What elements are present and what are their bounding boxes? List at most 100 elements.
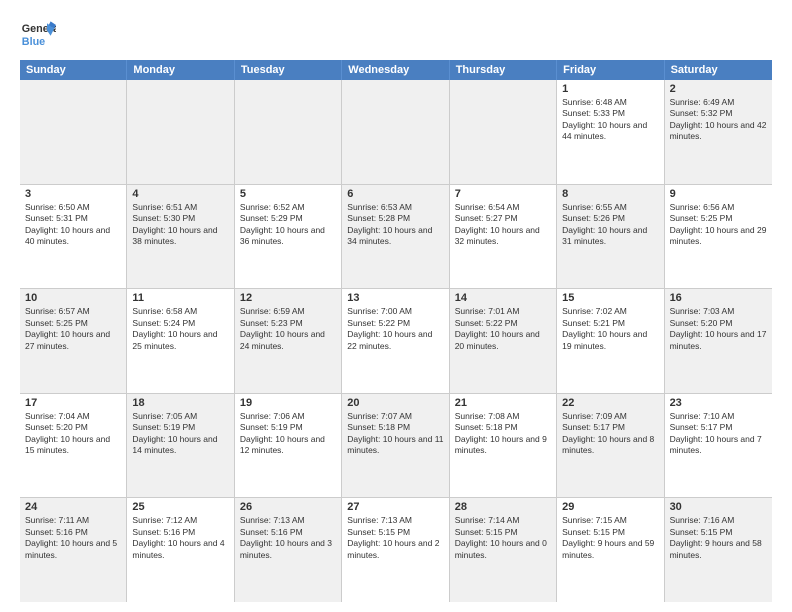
calendar-row-2: 3Sunrise: 6:50 AM Sunset: 5:31 PM Daylig… bbox=[20, 185, 772, 290]
svg-text:Blue: Blue bbox=[22, 36, 45, 48]
day-cell-7: 7 Sunrise: 6:54 AM Sunset: 5:27 PM Daylig… bbox=[450, 185, 557, 289]
day-number: 10 bbox=[25, 292, 121, 304]
header-cell-saturday: Saturday bbox=[665, 60, 772, 80]
day-number: 27 bbox=[347, 501, 443, 513]
day-number: 9 bbox=[670, 188, 767, 200]
day-number: 29 bbox=[562, 501, 658, 513]
day-number: 13 bbox=[347, 292, 443, 304]
calendar-row-3: 10 Sunrise: 6:57 AM Sunset: 5:25 PM Dayli… bbox=[20, 289, 772, 394]
header-cell-tuesday: Tuesday bbox=[235, 60, 342, 80]
day-cell-19: 19 Sunrise: 7:06 AM Sunset: 5:19 PM Dayli… bbox=[235, 394, 342, 498]
day-number: 19 bbox=[240, 397, 336, 409]
empty-cell bbox=[450, 80, 557, 184]
day-cell-30: 30 Sunrise: 7:16 AM Sunset: 5:15 PM Dayli… bbox=[665, 498, 772, 602]
day-cell-16: 16 Sunrise: 7:03 AM Sunset: 5:20 PM Dayli… bbox=[665, 289, 772, 393]
header: General Blue bbox=[20, 16, 772, 52]
day-number: 14 bbox=[455, 292, 551, 304]
day-cell-9: 9 Sunrise: 6:56 AM Sunset: 5:25 PM Daylig… bbox=[665, 185, 772, 289]
day-info: Sunrise: 7:01 AM Sunset: 5:22 PM Dayligh… bbox=[455, 306, 551, 352]
day-number: 28 bbox=[455, 501, 551, 513]
header-cell-thursday: Thursday bbox=[450, 60, 557, 80]
day-info: Sunrise: 7:05 AM Sunset: 5:19 PM Dayligh… bbox=[132, 411, 228, 457]
empty-cell bbox=[235, 80, 342, 184]
logo-icon: General Blue bbox=[20, 16, 56, 52]
day-cell-13: 13 Sunrise: 7:00 AM Sunset: 5:22 PM Dayli… bbox=[342, 289, 449, 393]
day-cell-11: 11 Sunrise: 6:58 AM Sunset: 5:24 PM Dayli… bbox=[127, 289, 234, 393]
day-cell-5: 5 Sunrise: 6:52 AM Sunset: 5:29 PM Daylig… bbox=[235, 185, 342, 289]
day-info: Sunrise: 7:07 AM Sunset: 5:18 PM Dayligh… bbox=[347, 411, 443, 457]
day-info: Sunrise: 7:12 AM Sunset: 5:16 PM Dayligh… bbox=[132, 515, 228, 561]
day-number: 11 bbox=[132, 292, 228, 304]
day-cell-28: 28Sunrise: 7:14 AM Sunset: 5:15 PM Dayli… bbox=[450, 498, 557, 602]
day-cell-21: 21 Sunrise: 7:08 AM Sunset: 5:18 PM Dayli… bbox=[450, 394, 557, 498]
empty-cell bbox=[342, 80, 449, 184]
day-number: 15 bbox=[562, 292, 658, 304]
day-info: Sunrise: 6:54 AM Sunset: 5:27 PM Dayligh… bbox=[455, 202, 551, 248]
day-info: Sunrise: 7:02 AM Sunset: 5:21 PM Dayligh… bbox=[562, 306, 658, 352]
logo: General Blue bbox=[20, 16, 62, 52]
day-cell-29: 29 Sunrise: 7:15 AM Sunset: 5:15 PM Dayli… bbox=[557, 498, 664, 602]
empty-cell bbox=[127, 80, 234, 184]
day-info: Sunrise: 6:53 AM Sunset: 5:28 PM Dayligh… bbox=[347, 202, 443, 248]
day-info: Sunrise: 7:06 AM Sunset: 5:19 PM Dayligh… bbox=[240, 411, 336, 457]
day-number: 25 bbox=[132, 501, 228, 513]
day-info: Sunrise: 7:13 AM Sunset: 5:16 PM Dayligh… bbox=[240, 515, 336, 561]
calendar: SundayMondayTuesdayWednesdayThursdayFrid… bbox=[20, 60, 772, 602]
day-info: Sunrise: 6:56 AM Sunset: 5:25 PM Dayligh… bbox=[670, 202, 767, 248]
day-cell-27: 27 Sunrise: 7:13 AM Sunset: 5:15 PM Dayli… bbox=[342, 498, 449, 602]
day-number: 16 bbox=[670, 292, 767, 304]
day-number: 24 bbox=[25, 501, 121, 513]
day-info: Sunrise: 6:49 AM Sunset: 5:32 PM Dayligh… bbox=[670, 97, 767, 143]
day-number: 4 bbox=[132, 188, 228, 200]
day-info: Sunrise: 6:48 AM Sunset: 5:33 PM Dayligh… bbox=[562, 97, 658, 143]
day-info: Sunrise: 7:04 AM Sunset: 5:20 PM Dayligh… bbox=[25, 411, 121, 457]
day-info: Sunrise: 6:59 AM Sunset: 5:23 PM Dayligh… bbox=[240, 306, 336, 352]
day-cell-6: 6Sunrise: 6:53 AM Sunset: 5:28 PM Daylig… bbox=[342, 185, 449, 289]
day-number: 21 bbox=[455, 397, 551, 409]
day-info: Sunrise: 7:15 AM Sunset: 5:15 PM Dayligh… bbox=[562, 515, 658, 561]
day-number: 23 bbox=[670, 397, 767, 409]
day-cell-14: 14 Sunrise: 7:01 AM Sunset: 5:22 PM Dayli… bbox=[450, 289, 557, 393]
day-number: 12 bbox=[240, 292, 336, 304]
day-cell-8: 8Sunrise: 6:55 AM Sunset: 5:26 PM Daylig… bbox=[557, 185, 664, 289]
day-cell-17: 17Sunrise: 7:04 AM Sunset: 5:20 PM Dayli… bbox=[20, 394, 127, 498]
day-cell-1: 1Sunrise: 6:48 AM Sunset: 5:33 PM Daylig… bbox=[557, 80, 664, 184]
day-info: Sunrise: 7:09 AM Sunset: 5:17 PM Dayligh… bbox=[562, 411, 658, 457]
day-cell-10: 10 Sunrise: 6:57 AM Sunset: 5:25 PM Dayli… bbox=[20, 289, 127, 393]
day-number: 18 bbox=[132, 397, 228, 409]
day-info: Sunrise: 6:57 AM Sunset: 5:25 PM Dayligh… bbox=[25, 306, 121, 352]
day-number: 5 bbox=[240, 188, 336, 200]
calendar-body: 1Sunrise: 6:48 AM Sunset: 5:33 PM Daylig… bbox=[20, 80, 772, 602]
day-info: Sunrise: 7:13 AM Sunset: 5:15 PM Dayligh… bbox=[347, 515, 443, 561]
header-cell-sunday: Sunday bbox=[20, 60, 127, 80]
day-number: 30 bbox=[670, 501, 767, 513]
day-cell-23: 23Sunrise: 7:10 AM Sunset: 5:17 PM Dayli… bbox=[665, 394, 772, 498]
day-number: 22 bbox=[562, 397, 658, 409]
day-info: Sunrise: 7:03 AM Sunset: 5:20 PM Dayligh… bbox=[670, 306, 767, 352]
day-info: Sunrise: 7:11 AM Sunset: 5:16 PM Dayligh… bbox=[25, 515, 121, 561]
day-cell-26: 26Sunrise: 7:13 AM Sunset: 5:16 PM Dayli… bbox=[235, 498, 342, 602]
day-number: 3 bbox=[25, 188, 121, 200]
day-info: Sunrise: 6:58 AM Sunset: 5:24 PM Dayligh… bbox=[132, 306, 228, 352]
day-cell-3: 3Sunrise: 6:50 AM Sunset: 5:31 PM Daylig… bbox=[20, 185, 127, 289]
day-number: 7 bbox=[455, 188, 551, 200]
calendar-header: SundayMondayTuesdayWednesdayThursdayFrid… bbox=[20, 60, 772, 80]
day-cell-15: 15 Sunrise: 7:02 AM Sunset: 5:21 PM Dayli… bbox=[557, 289, 664, 393]
day-info: Sunrise: 7:08 AM Sunset: 5:18 PM Dayligh… bbox=[455, 411, 551, 457]
day-cell-25: 25 Sunrise: 7:12 AM Sunset: 5:16 PM Dayli… bbox=[127, 498, 234, 602]
day-cell-24: 24 Sunrise: 7:11 AM Sunset: 5:16 PM Dayli… bbox=[20, 498, 127, 602]
calendar-row-1: 1Sunrise: 6:48 AM Sunset: 5:33 PM Daylig… bbox=[20, 80, 772, 185]
day-cell-18: 18 Sunrise: 7:05 AM Sunset: 5:19 PM Dayli… bbox=[127, 394, 234, 498]
calendar-row-5: 24 Sunrise: 7:11 AM Sunset: 5:16 PM Dayli… bbox=[20, 498, 772, 602]
day-info: Sunrise: 7:00 AM Sunset: 5:22 PM Dayligh… bbox=[347, 306, 443, 352]
day-info: Sunrise: 6:52 AM Sunset: 5:29 PM Dayligh… bbox=[240, 202, 336, 248]
day-cell-20: 20Sunrise: 7:07 AM Sunset: 5:18 PM Dayli… bbox=[342, 394, 449, 498]
day-cell-22: 22 Sunrise: 7:09 AM Sunset: 5:17 PM Dayli… bbox=[557, 394, 664, 498]
header-cell-wednesday: Wednesday bbox=[342, 60, 449, 80]
day-number: 2 bbox=[670, 83, 767, 95]
page: General Blue SundayMondayTuesdayWednesda… bbox=[0, 0, 792, 612]
header-cell-monday: Monday bbox=[127, 60, 234, 80]
day-info: Sunrise: 6:51 AM Sunset: 5:30 PM Dayligh… bbox=[132, 202, 228, 248]
day-info: Sunrise: 7:16 AM Sunset: 5:15 PM Dayligh… bbox=[670, 515, 767, 561]
day-number: 8 bbox=[562, 188, 658, 200]
